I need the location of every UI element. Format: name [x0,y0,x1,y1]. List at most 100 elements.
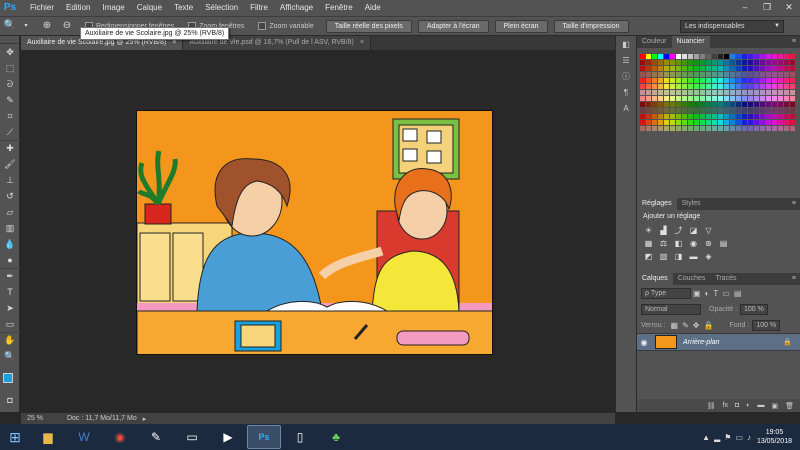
color-swatch[interactable] [736,90,741,95]
taskbar-app-word[interactable]: W [67,425,101,449]
volume-icon[interactable]: ♪ [747,433,751,442]
color-swatch[interactable] [676,96,681,101]
color-swatch[interactable] [706,60,711,65]
color-swatch[interactable] [790,126,795,131]
color-swatch[interactable] [754,54,759,59]
lock-pixels-icon[interactable]: ▦ [671,321,679,330]
color-swatch[interactable] [712,84,717,89]
color-swatch[interactable] [772,54,777,59]
color-swatch[interactable] [676,120,681,125]
color-swatch[interactable] [790,102,795,107]
color-swatch[interactable] [640,60,645,65]
color-swatch[interactable] [718,120,723,125]
move-tool-icon[interactable]: ✥ [0,44,20,60]
color-swatch[interactable] [772,72,777,77]
chevron-down-icon[interactable]: ▾ [23,19,29,33]
color-swatch[interactable] [784,108,789,113]
color-swatch[interactable] [694,72,699,77]
quick-select-tool-icon[interactable]: ✎ [0,92,20,108]
color-swatch[interactable] [730,84,735,89]
color-swatch[interactable] [766,114,771,119]
color-swatch[interactable] [682,126,687,131]
color-swatch[interactable] [778,54,783,59]
pen-tool-icon[interactable]: ✒ [0,268,20,284]
flag-icon[interactable]: ⚑ [724,433,731,442]
panel-menu-icon[interactable]: ≡ [788,198,800,210]
color-swatch[interactable] [670,126,675,131]
tab-paths[interactable]: Tracés [710,273,741,285]
color-swatch[interactable] [766,96,771,101]
color-swatch[interactable] [670,114,675,119]
color-swatch[interactable] [730,60,735,65]
color-swatch[interactable] [742,66,747,71]
color-swatch[interactable] [652,96,657,101]
color-swatch[interactable] [730,108,735,113]
new-layer-icon[interactable]: ▣ [771,402,778,410]
network-icon[interactable]: ▂ [714,433,720,442]
color-swatch[interactable] [760,78,765,83]
color-swatch[interactable] [700,78,705,83]
color-swatch[interactable] [658,60,663,65]
menu-filter[interactable]: Filtre [244,0,274,16]
color-swatch[interactable] [676,66,681,71]
blend-mode-select[interactable]: Normal [641,303,701,315]
color-swatch[interactable] [718,54,723,59]
color-swatch[interactable] [682,72,687,77]
color-swatch[interactable] [718,72,723,77]
panel-menu-icon[interactable]: ≡ [788,36,800,48]
color-swatch[interactable] [736,114,741,119]
color-swatch[interactable] [664,114,669,119]
taskbar-app-chrome[interactable]: ◉ [103,425,137,449]
color-swatch[interactable] [772,60,777,65]
tab-color[interactable]: Couleur [637,36,672,48]
color-swatch[interactable] [718,96,723,101]
color-swatch[interactable] [640,72,645,77]
close-icon[interactable]: × [360,39,364,46]
color-swatch[interactable] [652,54,657,59]
filter-pixel-icon[interactable]: ▣ [693,289,701,298]
color-swatch[interactable] [664,78,669,83]
checkbox-box[interactable] [258,22,267,30]
color-swatch[interactable] [676,126,681,131]
fill-field[interactable]: 100 % [752,319,781,331]
color-swatch[interactable] [724,114,729,119]
color-swatch[interactable] [724,66,729,71]
swatches-grid[interactable] [640,54,796,146]
color-swatch[interactable] [670,60,675,65]
color-swatch[interactable] [640,96,645,101]
color-swatch[interactable] [712,54,717,59]
color-swatch[interactable] [784,66,789,71]
threshold-icon[interactable]: ◨ [672,251,685,262]
color-swatch[interactable] [760,102,765,107]
photo-filter-icon[interactable]: ◉ [687,238,700,249]
color-swatch[interactable] [736,66,741,71]
color-swatch[interactable] [688,108,693,113]
color-swatch[interactable] [742,78,747,83]
layer-row-background[interactable]: ◉ Arrière-plan 🔒 [637,333,800,351]
color-swatch[interactable] [658,108,663,113]
blur-tool-icon[interactable]: 💧 [0,236,20,252]
color-swatch[interactable] [736,102,741,107]
color-swatch[interactable] [754,126,759,131]
filter-smart-icon[interactable]: ▤ [734,289,742,298]
color-swatch[interactable] [748,78,753,83]
canvas-area[interactable] [21,50,615,412]
color-swatch[interactable] [766,60,771,65]
color-swatch[interactable] [706,78,711,83]
color-swatch[interactable] [790,84,795,89]
color-swatch[interactable] [790,114,795,119]
color-swatch[interactable] [676,72,681,77]
color-swatch[interactable] [772,66,777,71]
color-swatch[interactable] [736,60,741,65]
zoom-tool-icon[interactable]: 🔍 [0,348,20,364]
color-swatch[interactable] [778,66,783,71]
filter-adjust-icon[interactable]: ◐ [705,289,710,298]
color-swatch[interactable] [706,84,711,89]
color-swatch[interactable] [790,66,795,71]
color-swatch[interactable] [724,72,729,77]
color-swatch[interactable] [670,66,675,71]
color-swatch[interactable] [646,108,651,113]
color-swatch[interactable] [700,126,705,131]
link-layers-icon[interactable]: ⛓ [707,402,716,410]
color-swatch[interactable] [652,120,657,125]
